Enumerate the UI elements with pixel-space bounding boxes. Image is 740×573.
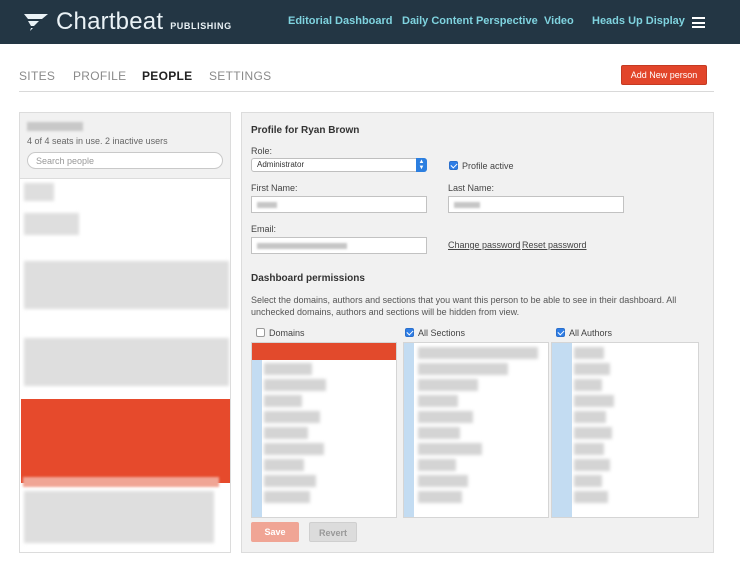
chartbeat-logo-icon (24, 14, 48, 31)
brand-name: Chartbeat (56, 8, 164, 35)
role-select[interactable]: Administrator ▲ ▼ (251, 158, 427, 172)
seats-summary: 4 of 4 seats in use. 2 inactive users (27, 136, 168, 146)
permissions-description: Select the domains, authors and sections… (251, 295, 677, 317)
all-sections-label: All Sections (418, 328, 466, 338)
brand-sub: PUBLISHING (170, 20, 232, 31)
role-value: Administrator (257, 160, 305, 169)
all-authors-label: All Authors (569, 328, 613, 338)
email-label: Email: (251, 224, 277, 234)
tab-profile[interactable]: PROFILE (73, 69, 126, 83)
nav-daily-content-perspective[interactable]: Daily Content Perspective (402, 15, 538, 27)
reset-password-link[interactable]: Reset password (522, 240, 587, 250)
email-field[interactable] (251, 237, 427, 254)
menu-icon[interactable] (692, 17, 705, 28)
last-name-label: Last Name: (448, 183, 495, 193)
authors-list[interactable] (551, 342, 699, 518)
profile-active-label: Profile active (462, 161, 514, 171)
person-row[interactable] (20, 205, 230, 245)
domains-list[interactable] (251, 342, 397, 518)
person-row-selected[interactable] (21, 399, 230, 487)
profile-panel: Profile for Ryan Brown Role: Administrat… (241, 112, 714, 553)
chartbeat-logo[interactable]: Chartbeat PUBLISHING (22, 8, 232, 36)
save-button[interactable]: Save (251, 522, 299, 542)
domains-checkbox[interactable] (256, 328, 265, 337)
revert-button[interactable]: Revert (309, 522, 357, 542)
tab-settings[interactable]: SETTINGS (209, 69, 271, 83)
domain-selected-row[interactable] (252, 343, 396, 360)
nav-video[interactable]: Video (544, 15, 574, 27)
divider (19, 91, 714, 92)
person-row[interactable] (20, 335, 230, 390)
sections-list[interactable] (403, 342, 549, 518)
nav-editorial-dashboard[interactable]: Editorial Dashboard (288, 15, 393, 27)
person-row[interactable] (20, 488, 230, 548)
nav-heads-up-display[interactable]: Heads Up Display (592, 15, 685, 27)
profile-title: Profile for Ryan Brown (251, 125, 360, 136)
change-password-link[interactable]: Change password (448, 240, 521, 250)
redacted-account-name (27, 122, 83, 131)
search-people-input[interactable] (27, 152, 223, 169)
people-list-header: 4 of 4 seats in use. 2 inactive users (20, 113, 230, 179)
role-label: Role: (251, 146, 273, 156)
top-bar: Chartbeat PUBLISHING Editorial Dashboard… (0, 0, 740, 44)
first-name-label: First Name: (251, 183, 298, 193)
all-authors-checkbox[interactable] (556, 328, 565, 337)
link-separator: | (518, 240, 521, 250)
dashboard-permissions-title: Dashboard permissions (251, 273, 365, 284)
domains-label: Domains (269, 328, 305, 338)
all-sections-checkbox[interactable] (405, 328, 414, 337)
add-new-person-button[interactable]: Add New person (621, 65, 707, 85)
person-row[interactable] (20, 258, 230, 313)
person-row[interactable] (20, 180, 230, 204)
select-arrows-icon: ▲ ▼ (416, 158, 427, 172)
people-list-panel: 4 of 4 seats in use. 2 inactive users (19, 112, 231, 553)
tab-sites[interactable]: SITES (19, 69, 55, 83)
tab-people[interactable]: PEOPLE (142, 69, 192, 83)
profile-active-checkbox[interactable] (449, 161, 458, 170)
last-name-field[interactable] (448, 196, 624, 213)
first-name-field[interactable] (251, 196, 427, 213)
